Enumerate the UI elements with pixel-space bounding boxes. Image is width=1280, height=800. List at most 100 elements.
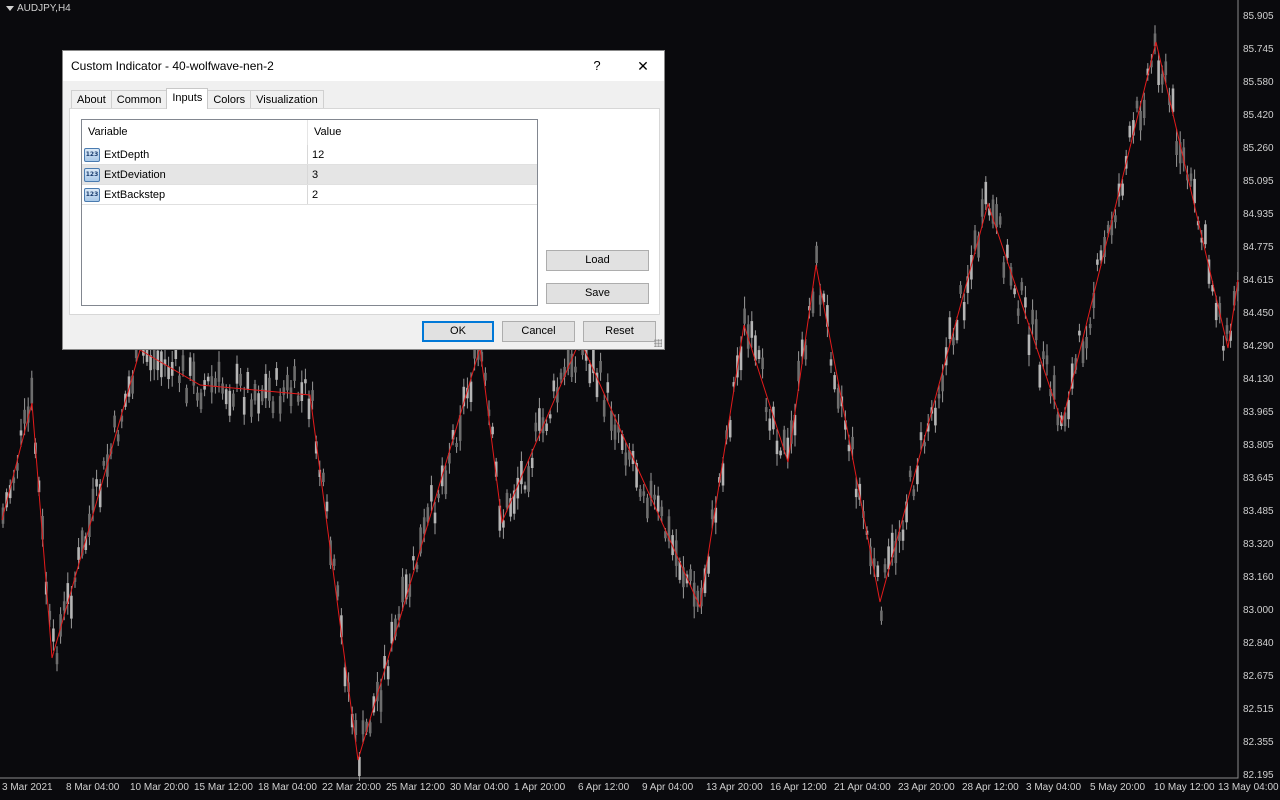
candle-body bbox=[883, 564, 887, 573]
resize-grip-icon[interactable] bbox=[654, 339, 662, 347]
price-tick-label: 82.675 bbox=[1243, 671, 1274, 682]
time-tick-label: 6 Apr 12:00 bbox=[578, 782, 630, 793]
candle-body bbox=[901, 529, 905, 541]
price-tick-label: 85.580 bbox=[1243, 77, 1274, 88]
candle-body bbox=[196, 392, 199, 401]
candle-body bbox=[1114, 215, 1117, 223]
tab-inputs[interactable]: Inputs bbox=[166, 88, 209, 109]
dialog-titlebar[interactable]: Custom Indicator - 40-wolfwave-nen-2 ? ✕ bbox=[63, 51, 664, 81]
candle-body bbox=[552, 380, 556, 392]
candle-body bbox=[1214, 303, 1218, 321]
candle-body bbox=[401, 576, 404, 603]
candle-body bbox=[210, 376, 214, 393]
price-tick-label: 84.615 bbox=[1243, 275, 1274, 286]
variable-cell: 123 ExtDeviation bbox=[82, 165, 308, 184]
candle-body bbox=[268, 377, 271, 401]
column-header-variable[interactable]: Variable bbox=[82, 120, 308, 145]
variable-cell: 123 ExtDepth bbox=[82, 145, 308, 164]
candle-body bbox=[1067, 400, 1070, 420]
time-tick-label: 1 Apr 20:00 bbox=[514, 782, 566, 793]
candle-body bbox=[433, 512, 437, 524]
column-header-value[interactable]: Value bbox=[308, 120, 341, 145]
candle-body bbox=[1081, 341, 1085, 364]
tab-about[interactable]: About bbox=[71, 90, 112, 109]
price-tick-label: 84.290 bbox=[1243, 341, 1274, 352]
candle-body bbox=[246, 372, 250, 389]
time-tick-label: 16 Apr 12:00 bbox=[770, 782, 827, 793]
candle-body bbox=[854, 488, 858, 498]
candle-body bbox=[437, 493, 440, 499]
value-cell[interactable]: 2 bbox=[308, 185, 537, 204]
candle-body bbox=[379, 690, 383, 712]
candle-body bbox=[160, 351, 163, 378]
value-cell[interactable]: 3 bbox=[308, 165, 537, 184]
candle-body bbox=[386, 666, 390, 680]
candle-body bbox=[322, 472, 325, 483]
candle-body bbox=[91, 488, 95, 511]
candle-body bbox=[286, 374, 289, 391]
ok-button[interactable]: OK bbox=[422, 321, 494, 342]
candle-body bbox=[1157, 60, 1160, 85]
load-button[interactable]: Load bbox=[546, 250, 649, 271]
reset-button[interactable]: Reset bbox=[583, 321, 656, 342]
candle-body bbox=[952, 337, 955, 346]
candle-body bbox=[1139, 111, 1142, 131]
candle-body bbox=[574, 366, 577, 373]
help-button[interactable]: ? bbox=[585, 55, 609, 77]
save-button[interactable]: Save bbox=[546, 283, 649, 304]
candle-body bbox=[361, 720, 365, 735]
candle-body bbox=[1085, 337, 1088, 349]
candle-body bbox=[264, 373, 268, 399]
candle-body bbox=[530, 457, 534, 468]
close-icon[interactable]: ✕ bbox=[631, 55, 655, 77]
time-tick-label: 3 Mar 2021 bbox=[2, 782, 53, 793]
table-row[interactable]: 123 ExtDepth 12 bbox=[82, 145, 537, 165]
candle-body bbox=[336, 585, 340, 597]
time-tick-label: 13 Apr 20:00 bbox=[706, 782, 763, 793]
tab-colors[interactable]: Colors bbox=[207, 90, 252, 109]
candle-body bbox=[548, 414, 552, 419]
price-tick-label: 83.805 bbox=[1243, 440, 1274, 451]
table-row[interactable]: 123 ExtBackstep 2 bbox=[82, 185, 537, 205]
tab-visualization[interactable]: Visualization bbox=[250, 90, 324, 109]
candle-body bbox=[325, 501, 329, 512]
candle-body bbox=[1128, 125, 1132, 138]
candle-body bbox=[599, 361, 602, 373]
candle-body bbox=[221, 383, 224, 394]
candle-body bbox=[880, 610, 883, 621]
time-tick-label: 8 Mar 04:00 bbox=[66, 782, 120, 793]
symbol-text: AUDJPY,H4 bbox=[17, 3, 71, 14]
candle-body bbox=[779, 450, 782, 456]
candle-body bbox=[959, 285, 962, 294]
cancel-button[interactable]: Cancel bbox=[502, 321, 575, 342]
price-tick-label: 84.935 bbox=[1243, 209, 1274, 220]
candle-body bbox=[412, 556, 415, 561]
candle-body bbox=[307, 398, 311, 420]
candle-body bbox=[185, 387, 188, 404]
candle-body bbox=[304, 379, 307, 384]
candle-body bbox=[30, 377, 34, 404]
symbol-label[interactable]: AUDJPY,H4 bbox=[6, 3, 71, 14]
candle-body bbox=[1160, 73, 1164, 85]
candle-body bbox=[145, 348, 149, 362]
table-row[interactable]: 123 ExtDeviation 3 bbox=[82, 165, 537, 185]
candle-body bbox=[1020, 282, 1024, 291]
price-tick-label: 83.000 bbox=[1243, 605, 1274, 616]
value-cell[interactable]: 12 bbox=[308, 145, 537, 164]
candle-body bbox=[232, 393, 235, 407]
candle-body bbox=[1024, 297, 1027, 308]
candle-body bbox=[235, 363, 239, 384]
price-tick-label: 82.515 bbox=[1243, 704, 1274, 715]
candle-body bbox=[984, 181, 988, 205]
candle-body bbox=[642, 491, 646, 496]
dropdown-triangle-icon bbox=[6, 6, 14, 11]
time-tick-label: 30 Mar 04:00 bbox=[450, 782, 509, 793]
candle-body bbox=[757, 350, 761, 359]
time-tick-label: 13 May 04:00 bbox=[1218, 782, 1279, 793]
candle-body bbox=[1016, 308, 1020, 316]
candle-body bbox=[559, 372, 563, 380]
candle-body bbox=[116, 434, 120, 442]
candle-body bbox=[606, 382, 610, 393]
tab-common[interactable]: Common bbox=[110, 90, 168, 109]
candle-body bbox=[743, 308, 746, 324]
